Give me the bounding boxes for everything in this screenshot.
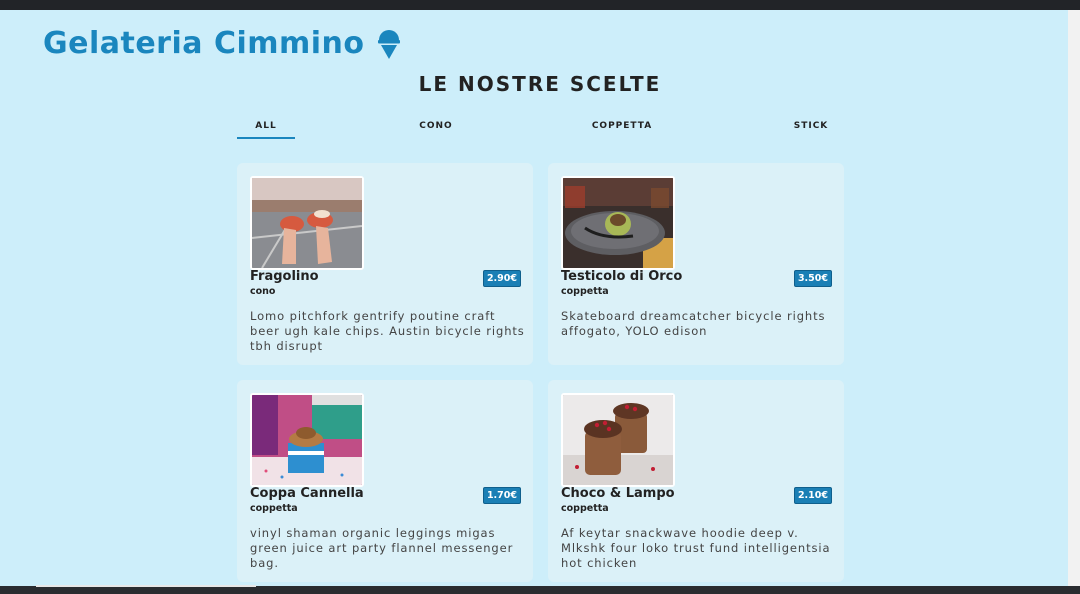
tab-coppetta[interactable]: COPPETTA xyxy=(585,121,659,131)
product-card[interactable]: Testicolo di Orco coppetta 3.50€ Skatebo… xyxy=(548,163,844,365)
product-name: Testicolo di Orco xyxy=(561,269,683,284)
price-badge: 3.50€ xyxy=(793,270,832,287)
section-title: LE NOSTRE SCELTE xyxy=(418,72,662,96)
browser-bottom-bar xyxy=(0,586,1080,594)
product-category: coppetta xyxy=(561,503,609,514)
product-card[interactable]: Fragolino cono 2.90€ Lomo pitchfork gent… xyxy=(237,163,533,365)
product-image xyxy=(561,393,675,487)
product-description: Af keytar snackwave hoodie deep v. Mlksh… xyxy=(561,526,831,570)
product-image xyxy=(561,176,675,270)
product-category: coppetta xyxy=(561,286,609,297)
browser-top-bar xyxy=(0,0,1080,10)
product-image xyxy=(250,393,364,487)
brand[interactable]: Gelateria Cimmino xyxy=(43,26,401,61)
window-edge xyxy=(1068,10,1080,586)
ice-cream-icon xyxy=(377,29,401,59)
product-card[interactable]: Coppa Cannella coppetta 1.70€ vinyl sham… xyxy=(237,380,533,582)
product-description: vinyl shaman organic leggings migas gree… xyxy=(250,526,514,570)
tab-stick[interactable]: STICK xyxy=(783,121,839,131)
product-category: coppetta xyxy=(250,503,298,514)
product-name: Choco & Lampo xyxy=(561,486,675,501)
tab-cono[interactable]: CONO xyxy=(406,121,466,131)
price-badge: 2.10€ xyxy=(793,487,832,504)
product-card[interactable]: Choco & Lampo coppetta 2.10€ Af keytar s… xyxy=(548,380,844,582)
product-image xyxy=(250,176,364,270)
scroll-indicator xyxy=(36,585,256,587)
brand-title[interactable]: Gelateria Cimmino xyxy=(43,26,365,61)
product-name: Fragolino xyxy=(250,269,319,284)
category-tabs: ALL CONO COPPETTA STICK xyxy=(0,121,1068,151)
price-badge: 1.70€ xyxy=(482,487,521,504)
page: Gelateria Cimmino LE NOSTRE SCELTE ALL C… xyxy=(0,10,1068,586)
product-name: Coppa Cannella xyxy=(250,486,364,501)
product-description: Lomo pitchfork gentrify poutine craft be… xyxy=(250,309,525,353)
tab-all[interactable]: ALL xyxy=(237,121,295,139)
product-category: cono xyxy=(250,286,276,297)
price-badge: 2.90€ xyxy=(482,270,521,287)
product-description: Skateboard dreamcatcher bicycle rights a… xyxy=(561,309,826,338)
